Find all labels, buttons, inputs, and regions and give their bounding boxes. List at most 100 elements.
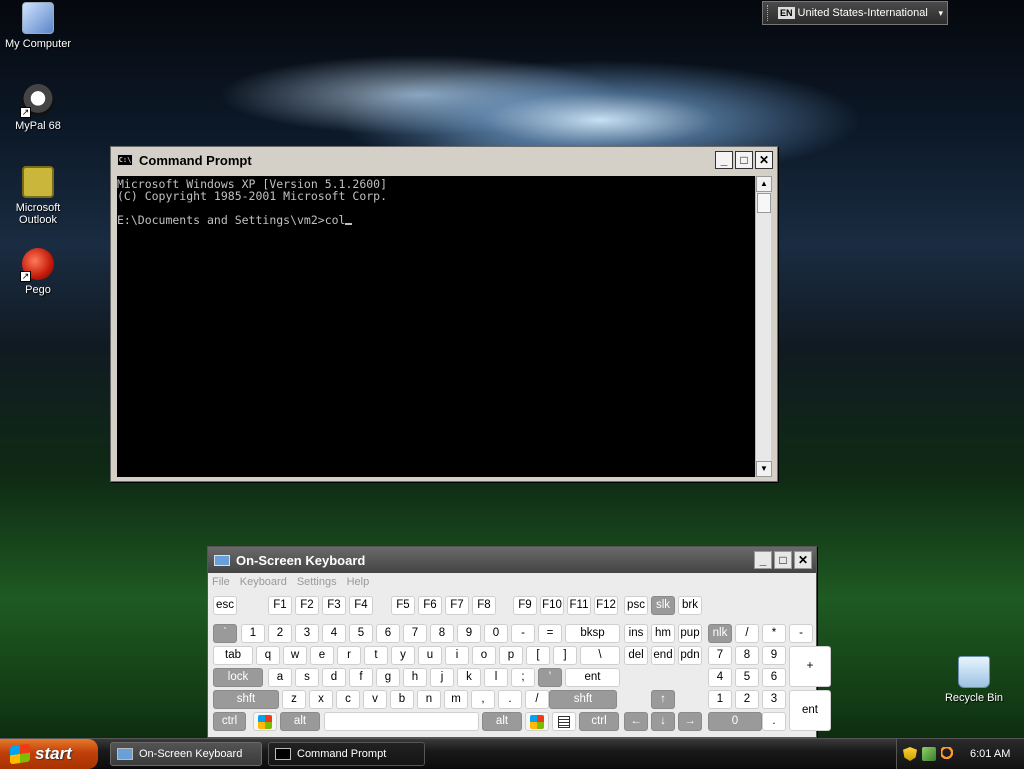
key-1-0[interactable]: ` <box>213 624 237 643</box>
key-0-7[interactable]: F7 <box>445 596 469 615</box>
key-2-5[interactable]: t <box>364 646 388 665</box>
key-1-6[interactable]: 6 <box>376 624 400 643</box>
key-3-4[interactable]: f <box>349 668 373 687</box>
key-3-1[interactable]: a <box>268 668 292 687</box>
key-1-5[interactable]: 5 <box>349 624 373 643</box>
key-2-15[interactable]: end <box>651 646 675 665</box>
key-0-11[interactable]: F11 <box>567 596 591 615</box>
key-2-19[interactable]: 9 <box>762 646 786 665</box>
key-1-2[interactable]: 2 <box>268 624 292 643</box>
key-4-12[interactable]: ↑ <box>651 690 675 709</box>
key-ctrl-right[interactable]: ctrl <box>579 712 619 731</box>
key-4-0[interactable]: shft <box>213 690 279 709</box>
key-windows-right[interactable] <box>525 712 549 731</box>
key-arrow-down[interactable]: ↓ <box>651 712 675 731</box>
key-1-8[interactable]: 8 <box>430 624 454 643</box>
close-button[interactable]: ✕ <box>794 551 812 569</box>
menu-help[interactable]: Help <box>347 576 370 588</box>
key-space[interactable] <box>324 712 479 731</box>
key-2-0[interactable]: tab <box>213 646 253 665</box>
key-1-19[interactable]: * <box>762 624 786 643</box>
menu-keyboard[interactable]: Keyboard <box>240 576 287 588</box>
desktop-icon-outlook[interactable]: Microsoft Outlook <box>0 166 76 226</box>
language-code[interactable]: EN <box>778 7 795 19</box>
language-bar[interactable]: EN United States-International ▾ <box>762 1 948 25</box>
key-4-16[interactable]: ent <box>789 690 831 731</box>
key-3-3[interactable]: d <box>322 668 346 687</box>
key-2-2[interactable]: w <box>283 646 307 665</box>
key-0-8[interactable]: F8 <box>472 596 496 615</box>
desktop-icon-mypal[interactable]: ↗ MyPal 68 <box>0 84 76 132</box>
key-1-18[interactable]: / <box>735 624 759 643</box>
key-3-5[interactable]: g <box>376 668 400 687</box>
key-2-17[interactable]: 7 <box>708 646 732 665</box>
key-2-16[interactable]: pdn <box>678 646 702 665</box>
key-3-2[interactable]: s <box>295 668 319 687</box>
key-1-7[interactable]: 7 <box>403 624 427 643</box>
scroll-down-arrow-icon[interactable]: ▼ <box>756 461 772 477</box>
key-4-10[interactable]: / <box>525 690 549 709</box>
desktop-icon-pego[interactable]: ↗ Pego <box>0 248 76 296</box>
key-0-10[interactable]: F10 <box>540 596 564 615</box>
key-4-8[interactable]: , <box>471 690 495 709</box>
search-icon[interactable] <box>941 747 955 761</box>
key-4-11[interactable]: shft <box>549 690 617 709</box>
key-3-15[interactable]: 6 <box>762 668 786 687</box>
key-4-15[interactable]: 3 <box>762 690 786 709</box>
key-3-7[interactable]: j <box>430 668 454 687</box>
key-0-13[interactable]: psc <box>624 596 648 615</box>
key-4-6[interactable]: n <box>417 690 441 709</box>
key-4-5[interactable]: b <box>390 690 414 709</box>
key-2-7[interactable]: u <box>418 646 442 665</box>
key-menu[interactable] <box>552 712 576 731</box>
key-1-9[interactable]: 9 <box>457 624 481 643</box>
key-4-14[interactable]: 2 <box>735 690 759 709</box>
close-button[interactable]: ✕ <box>755 151 773 169</box>
key-3-6[interactable]: h <box>403 668 427 687</box>
key-3-8[interactable]: k <box>457 668 481 687</box>
key-4-3[interactable]: c <box>336 690 360 709</box>
key-4-4[interactable]: v <box>363 690 387 709</box>
key-1-20[interactable]: - <box>789 624 813 643</box>
key-2-20[interactable]: + <box>789 646 831 687</box>
key-3-13[interactable]: 4 <box>708 668 732 687</box>
taskbar-item-on-screen-keyboard[interactable]: On-Screen Keyboard <box>110 742 262 766</box>
key-4-13[interactable]: 1 <box>708 690 732 709</box>
key-3-10[interactable]: ; <box>511 668 535 687</box>
key-0-9[interactable]: F9 <box>513 596 537 615</box>
key-2-14[interactable]: del <box>624 646 648 665</box>
key-0-15[interactable]: brk <box>678 596 702 615</box>
key-1-17[interactable]: nlk <box>708 624 732 643</box>
key-0-14[interactable]: slk <box>651 596 675 615</box>
key-1-3[interactable]: 3 <box>295 624 319 643</box>
key-3-14[interactable]: 5 <box>735 668 759 687</box>
key-arrow-left[interactable]: ← <box>624 712 648 731</box>
key-0-1[interactable]: F1 <box>268 596 292 615</box>
key-2-4[interactable]: r <box>337 646 361 665</box>
key-1-10[interactable]: 0 <box>484 624 508 643</box>
key-2-1[interactable]: q <box>256 646 280 665</box>
key-4-2[interactable]: x <box>309 690 333 709</box>
command-prompt-titlebar[interactable]: C:\ Command Prompt _ □ ✕ <box>111 147 777 173</box>
key-2-6[interactable]: y <box>391 646 415 665</box>
security-shield-icon[interactable] <box>903 747 917 761</box>
key-1-4[interactable]: 4 <box>322 624 346 643</box>
console-output[interactable]: Microsoft Windows XP [Version 5.1.2600](… <box>117 176 759 477</box>
network-icon[interactable] <box>922 747 936 761</box>
start-button[interactable]: start <box>0 739 98 769</box>
osk-titlebar[interactable]: On-Screen Keyboard _ □ ✕ <box>208 547 816 573</box>
key-2-8[interactable]: i <box>445 646 469 665</box>
key-2-18[interactable]: 8 <box>735 646 759 665</box>
key-windows-left[interactable] <box>253 712 277 731</box>
key-3-0[interactable]: lock <box>213 668 263 687</box>
key-1-16[interactable]: pup <box>678 624 702 643</box>
scroll-up-arrow-icon[interactable]: ▲ <box>756 176 772 192</box>
key-4-7[interactable]: m <box>444 690 468 709</box>
key-0-3[interactable]: F3 <box>322 596 346 615</box>
key-0-12[interactable]: F12 <box>594 596 618 615</box>
options-chevron-icon[interactable]: ▾ <box>938 8 943 19</box>
menu-file[interactable]: File <box>212 576 230 588</box>
scroll-thumb[interactable] <box>757 193 771 213</box>
vertical-scrollbar[interactable]: ▲ ▼ <box>755 176 772 477</box>
key-0-2[interactable]: F2 <box>295 596 319 615</box>
